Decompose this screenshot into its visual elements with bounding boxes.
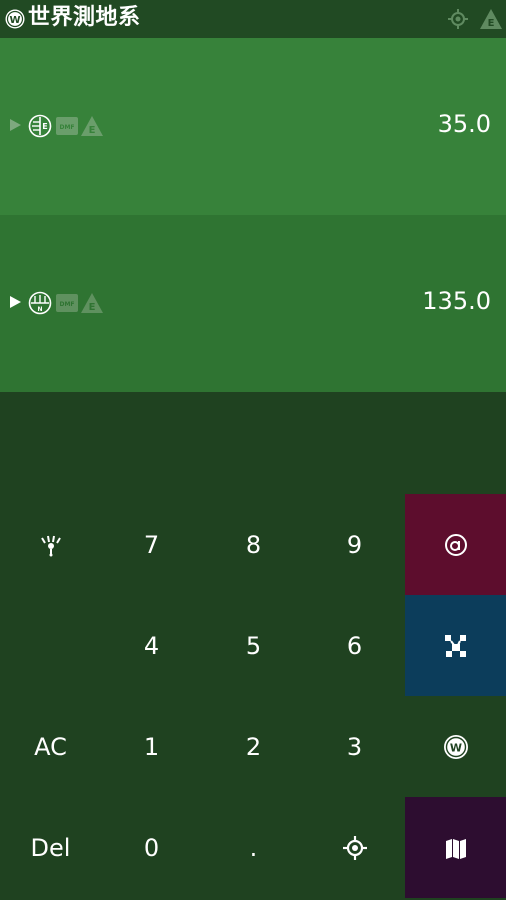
page-title: 世界測地系 bbox=[28, 5, 141, 30]
key-0[interactable]: 0 bbox=[101, 797, 202, 898]
e-triangle-icon: E bbox=[81, 293, 103, 313]
delete-button[interactable]: Del bbox=[0, 797, 101, 898]
svg-text:E: E bbox=[89, 125, 96, 136]
globe-button[interactable]: W bbox=[405, 696, 506, 797]
key-5[interactable]: 5 bbox=[203, 595, 304, 696]
map-button[interactable] bbox=[405, 797, 506, 898]
svg-text:E: E bbox=[488, 18, 495, 29]
key-3[interactable]: 3 bbox=[304, 696, 405, 797]
map-icon bbox=[445, 838, 466, 859]
chart-icon bbox=[444, 634, 466, 657]
key-9[interactable]: 9 bbox=[304, 494, 405, 595]
key-1[interactable]: 1 bbox=[101, 696, 202, 797]
svg-text:E: E bbox=[42, 122, 47, 131]
gps-target-icon[interactable] bbox=[447, 8, 469, 30]
key-dot[interactable]: . bbox=[203, 797, 304, 898]
lat-globe-icon: E bbox=[28, 114, 52, 138]
longitude-panel[interactable]: N DMF E 135.0 bbox=[0, 215, 506, 392]
signal-icon bbox=[40, 535, 61, 556]
at-button[interactable] bbox=[405, 494, 506, 595]
key-7[interactable]: 7 bbox=[101, 494, 202, 595]
blank-key bbox=[0, 595, 101, 696]
locate-button[interactable] bbox=[304, 797, 405, 898]
lon-globe-icon: N bbox=[28, 291, 52, 315]
dmf-badge-icon: DMF bbox=[56, 294, 78, 312]
e-triangle-icon: E bbox=[81, 116, 103, 136]
latitude-value: 35.0 bbox=[437, 110, 491, 138]
locate-icon bbox=[342, 835, 367, 860]
longitude-value: 135.0 bbox=[422, 287, 491, 315]
latitude-panel[interactable]: E DMF E 35.0 bbox=[0, 38, 506, 215]
key-2[interactable]: 2 bbox=[203, 696, 304, 797]
svg-text:E: E bbox=[89, 302, 96, 313]
title-bar: W 世界測地系 E bbox=[0, 0, 506, 38]
svg-text:DMF: DMF bbox=[59, 124, 74, 131]
globe-w-icon: W bbox=[5, 9, 25, 29]
key-6[interactable]: 6 bbox=[304, 595, 405, 696]
signal-button[interactable] bbox=[0, 494, 101, 595]
globe-icon: W bbox=[443, 734, 468, 759]
select-arrow-icon bbox=[10, 119, 21, 131]
clear-all-button[interactable]: AC bbox=[0, 696, 101, 797]
svg-text:N: N bbox=[37, 306, 42, 313]
e-triangle-icon[interactable]: E bbox=[479, 8, 503, 30]
svg-text:DMF: DMF bbox=[59, 301, 74, 308]
key-4[interactable]: 4 bbox=[101, 595, 202, 696]
dmf-badge-icon: DMF bbox=[56, 117, 78, 135]
select-arrow-icon bbox=[10, 296, 21, 308]
chart-button[interactable] bbox=[405, 595, 506, 696]
svg-text:W: W bbox=[9, 15, 20, 26]
key-8[interactable]: 8 bbox=[203, 494, 304, 595]
svg-text:W: W bbox=[449, 741, 461, 754]
at-icon bbox=[444, 533, 467, 556]
